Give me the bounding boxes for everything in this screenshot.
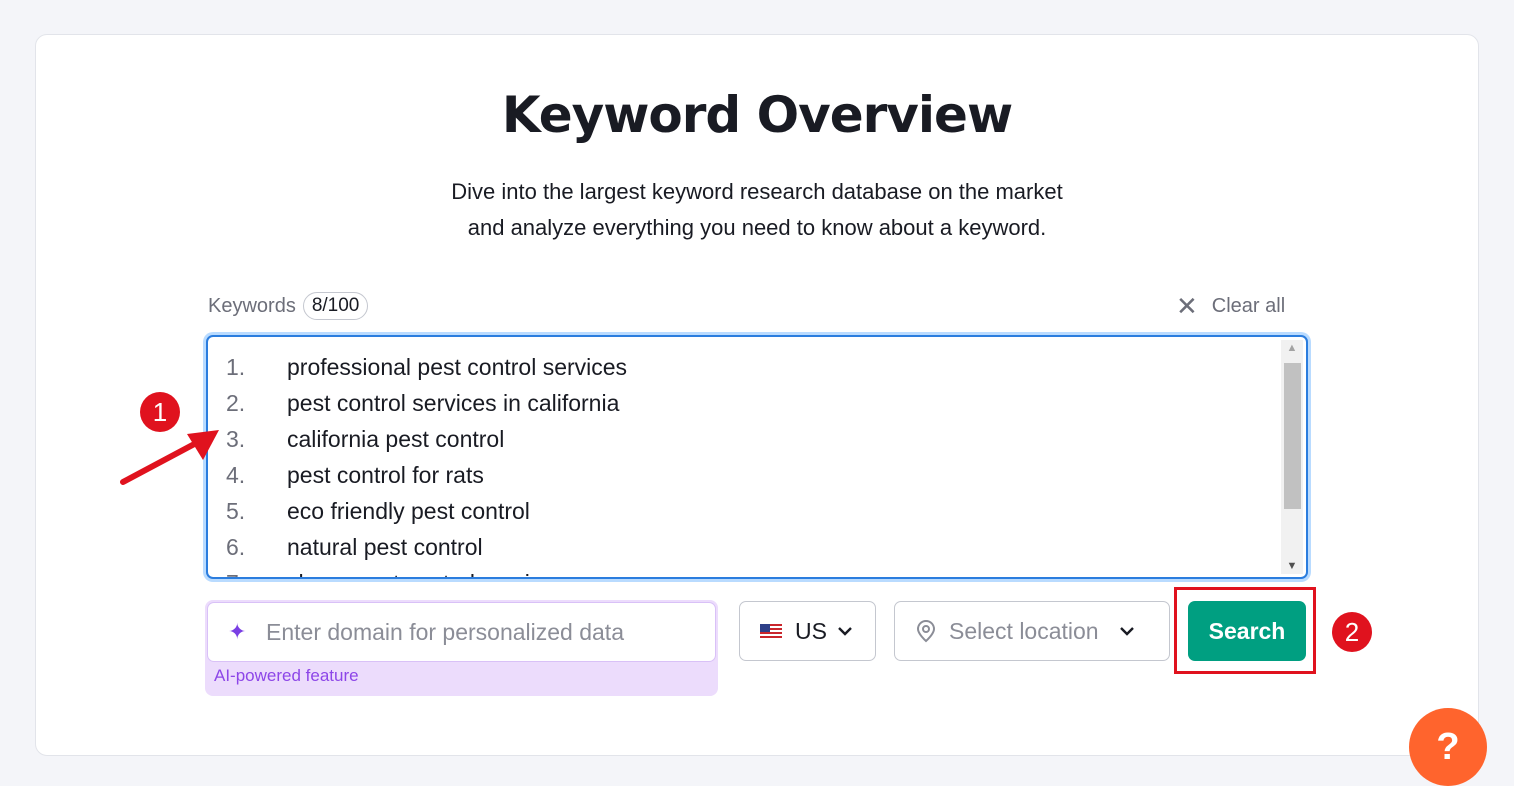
search-button[interactable]: Search [1188, 601, 1306, 661]
location-select[interactable]: Select location [894, 601, 1170, 661]
page-title: Keyword Overview [501, 86, 1013, 144]
keyword-number: 6. [226, 533, 246, 560]
close-icon: ✕ [1176, 291, 1198, 321]
keyword-text: cheap pest control services [287, 570, 566, 578]
keyword-row: 4. pest control for rats [226, 457, 627, 493]
keyword-row: 5. eco friendly pest control [226, 493, 627, 529]
subtitle-line-2: and analyze everything you need to know … [467, 215, 1047, 240]
keyword-text: eco friendly pest control [287, 497, 530, 524]
clear-all-button[interactable]: ✕ Clear all [1176, 291, 1286, 321]
keywords-count-badge: 8/100 [302, 292, 369, 320]
annotation-badge-2: 2 [1332, 612, 1372, 652]
keyword-number: 5. [226, 497, 246, 524]
scrollbar-thumb[interactable] [1284, 363, 1301, 509]
keyword-number: 4. [226, 461, 246, 488]
keywords-textarea[interactable]: 1. professional pest control services 2.… [206, 335, 1308, 579]
keyword-text: pest control for rats [287, 461, 484, 488]
help-button[interactable]: ? [1409, 708, 1487, 786]
keyword-number: 2. [226, 389, 246, 416]
chevron-down-icon [1119, 627, 1134, 636]
domain-input[interactable] [264, 617, 698, 647]
annotation-arrow-icon [120, 430, 219, 485]
keyword-text: pest control services in california [287, 389, 620, 416]
keyword-number: 1. [226, 353, 246, 380]
chevron-down-icon [838, 627, 852, 636]
location-pin-icon [916, 619, 936, 643]
scroll-up-arrow-icon[interactable]: ▲ [1281, 340, 1303, 356]
keyword-text: professional pest control services [287, 353, 628, 380]
keywords-list: 1. professional pest control services 2.… [226, 349, 627, 578]
page-subtitle: Dive into the largest keyword research d… [0, 174, 1514, 246]
clear-all-label: Clear all [1211, 294, 1286, 317]
keyword-number: 3. [226, 425, 246, 452]
keyword-row: 6. natural pest control [226, 529, 627, 565]
textarea-scrollbar[interactable]: ▲ ▼ [1281, 340, 1303, 574]
us-flag-icon [760, 624, 782, 638]
location-placeholder: Select location [949, 617, 1099, 644]
keyword-row: 1. professional pest control services [226, 349, 627, 385]
keyword-row: 3. california pest control [226, 421, 627, 457]
keyword-text: natural pest control [287, 533, 483, 560]
keyword-row: 2. pest control services in california [226, 385, 627, 421]
subtitle-line-1: Dive into the largest keyword research d… [451, 179, 1063, 204]
keyword-row: 7. cheap pest control services [226, 565, 627, 578]
keywords-label-text: Keywords [208, 294, 296, 317]
scroll-down-arrow-icon[interactable]: ▼ [1281, 558, 1303, 574]
keyword-text: california pest control [287, 425, 505, 452]
country-select[interactable]: US [739, 601, 876, 661]
ai-powered-label: AI-powered feature [214, 666, 359, 685]
domain-field[interactable]: ✦ [207, 602, 716, 662]
keywords-label: Keywords 8/100 [208, 292, 369, 320]
domain-input-wrapper: ✦ AI-powered feature [205, 600, 718, 696]
sparkle-icon: ✦ [228, 619, 247, 644]
keyword-number: 7. [226, 570, 287, 578]
country-value: US [795, 617, 827, 644]
